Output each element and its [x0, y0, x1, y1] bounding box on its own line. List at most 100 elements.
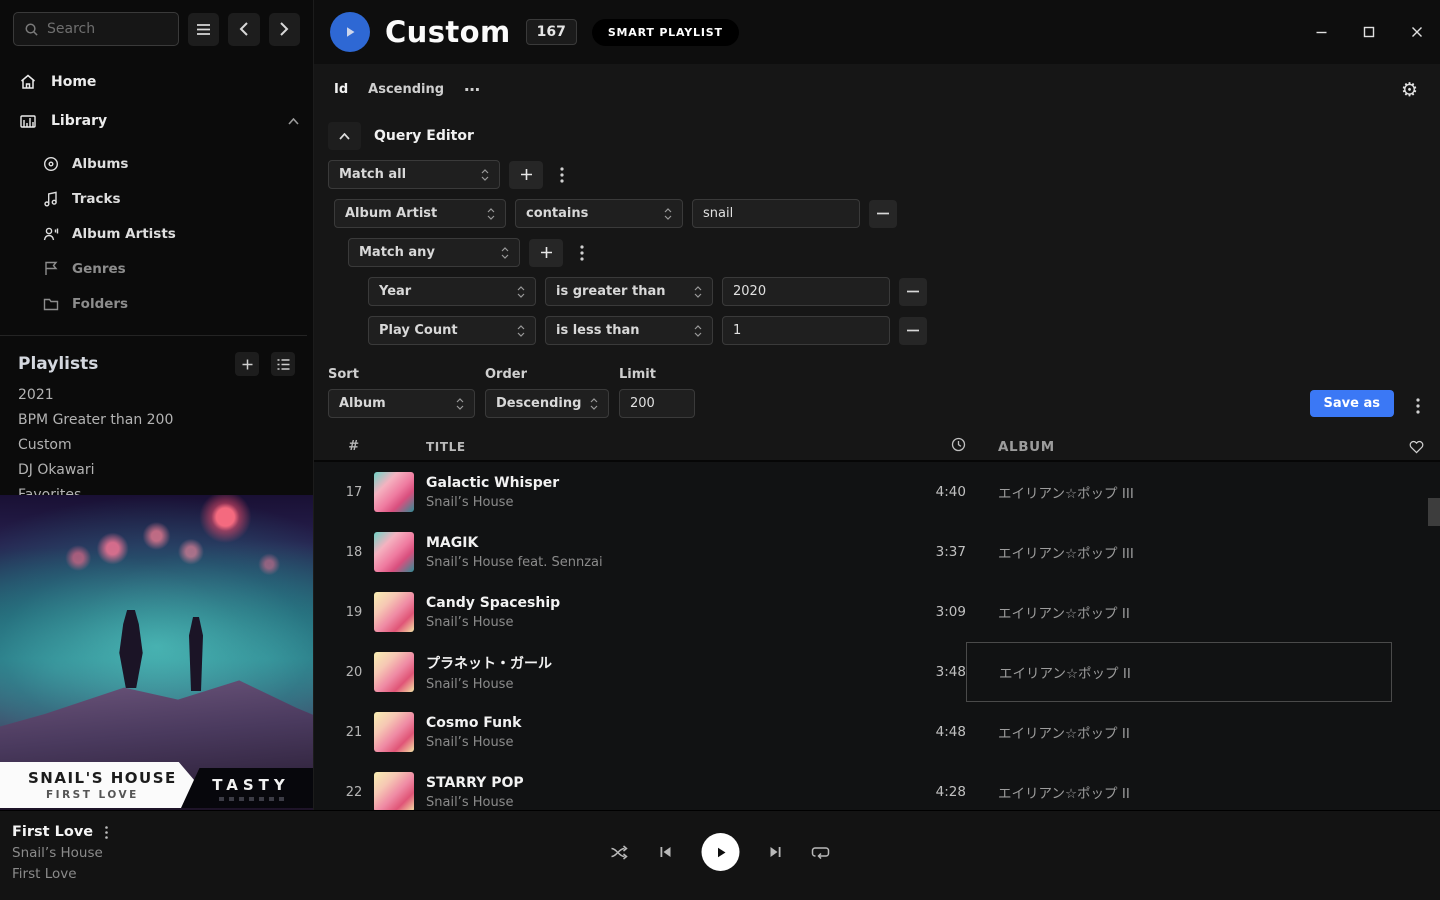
rule-field-select[interactable]: Play Count: [368, 316, 536, 345]
next-track-button[interactable]: [769, 845, 783, 859]
column-number[interactable]: #: [334, 439, 374, 454]
gear-icon[interactable]: ⚙: [1401, 79, 1418, 101]
rule-value-input[interactable]: [692, 199, 860, 228]
playlists-heading: Playlists: [18, 354, 223, 374]
rule-operator-select[interactable]: contains: [515, 199, 683, 228]
playlist-item-custom[interactable]: Custom: [0, 432, 313, 457]
table-row[interactable]: 20プラネット・ガールSnail’s House3:48エイリアン☆ポップ II: [314, 642, 1440, 702]
match-any-select[interactable]: Match any: [348, 238, 520, 267]
sidebar-item-folders[interactable]: Folders: [0, 286, 307, 321]
shuffle-button[interactable]: [611, 845, 630, 860]
playlist-item-2021[interactable]: 2021: [0, 382, 313, 407]
nav-forward-button[interactable]: [269, 13, 300, 46]
repeat-button[interactable]: [812, 845, 830, 859]
rule-operator-select[interactable]: is greater than: [545, 277, 713, 306]
sidebar-item-label: Folders: [72, 296, 128, 312]
add-rule-button[interactable]: [509, 161, 543, 189]
sort-field-button[interactable]: Id: [334, 82, 348, 97]
nav-back-button[interactable]: [228, 13, 259, 46]
column-album[interactable]: ALBUM: [966, 433, 1392, 460]
play-pause-button[interactable]: [702, 833, 740, 871]
sidebar-item-album-artists[interactable]: Album Artists: [0, 216, 307, 251]
remove-rule-button[interactable]: [899, 317, 927, 345]
album-art-thumbnail[interactable]: [374, 772, 414, 812]
now-playing-album[interactable]: First Love: [12, 866, 108, 882]
save-menu-button[interactable]: [1416, 398, 1420, 414]
sidebar-item-home[interactable]: Home: [14, 69, 299, 95]
save-as-button[interactable]: Save as: [1310, 390, 1394, 417]
sidebar-item-library[interactable]: Library: [14, 108, 299, 134]
rule-value-input[interactable]: [722, 316, 890, 345]
add-rule-button[interactable]: [529, 239, 563, 267]
match-all-select[interactable]: Match all: [328, 160, 500, 189]
table-row[interactable]: 17Galactic WhisperSnail’s House4:40エイリアン…: [314, 462, 1440, 522]
minus-icon: [907, 290, 919, 293]
scrollbar-thumb[interactable]: [1428, 498, 1440, 526]
search-box[interactable]: [13, 12, 179, 46]
rule-value-input[interactable]: [722, 277, 890, 306]
table-row[interactable]: 19Candy SpaceshipSnail’s House3:09エイリアン☆…: [314, 582, 1440, 642]
track-number: 18: [334, 545, 374, 560]
play-playlist-button[interactable]: [330, 12, 370, 52]
playlist-item-bpm-greater-than-200[interactable]: BPM Greater than 200: [0, 407, 313, 432]
track-album[interactable]: エイリアン☆ポップ III: [966, 522, 1392, 582]
rule-field-select[interactable]: Album Artist: [334, 199, 506, 228]
track-title: STARRY POP: [426, 775, 896, 791]
now-playing-album-art[interactable]: SNAIL'S HOUSE FIRST LOVE TASTY: [0, 495, 313, 810]
column-duration[interactable]: [896, 437, 966, 456]
sidebar-item-albums[interactable]: Albums: [0, 146, 307, 181]
menu-icon: [196, 23, 211, 36]
track-artist: Snail’s House: [426, 495, 896, 510]
album-art-thumbnail[interactable]: [374, 592, 414, 632]
table-row[interactable]: 22STARRY POPSnail’s House4:28エイリアン☆ポップ I…: [314, 762, 1440, 816]
sidebar-item-tracks[interactable]: Tracks: [0, 181, 307, 216]
sidebar-item-genres[interactable]: Genres: [0, 251, 307, 286]
track-duration: 4:28: [896, 784, 966, 800]
column-favorite[interactable]: [1392, 440, 1440, 454]
album-art-thumbnail[interactable]: [374, 472, 414, 512]
track-artist: Snail’s House: [426, 615, 896, 630]
rule-group-menu-button[interactable]: [552, 167, 572, 183]
table-row[interactable]: 18MAGIKSnail’s House feat. Sennzai3:37エイ…: [314, 522, 1440, 582]
track-album[interactable]: エイリアン☆ポップ III: [966, 462, 1392, 522]
column-title[interactable]: TITLE: [426, 440, 896, 454]
playlist-list-button[interactable]: [271, 352, 295, 376]
track-album[interactable]: エイリアン☆ポップ II: [966, 702, 1392, 762]
now-playing-menu-button[interactable]: [105, 826, 108, 839]
track-album[interactable]: エイリアン☆ポップ II: [966, 762, 1392, 816]
album-art-thumbnail[interactable]: [374, 652, 414, 692]
rule-field-select[interactable]: Year: [368, 277, 536, 306]
rule-operator-select[interactable]: is less than: [545, 316, 713, 345]
search-input[interactable]: [47, 21, 168, 37]
album-art-thumbnail[interactable]: [374, 712, 414, 752]
previous-track-button[interactable]: [659, 845, 673, 859]
track-duration: 3:48: [896, 664, 966, 680]
window-close-button[interactable]: [1408, 23, 1426, 41]
limit-input[interactable]: [619, 389, 695, 418]
more-options-button[interactable]: ⋯: [464, 80, 481, 99]
track-album[interactable]: エイリアン☆ポップ II: [966, 642, 1392, 702]
chevron-up-icon: [339, 133, 350, 140]
track-artist: Snail’s House: [426, 677, 896, 692]
query-order-select[interactable]: Descending: [485, 389, 609, 418]
now-playing-artist[interactable]: Snail’s House: [12, 845, 108, 861]
chevron-up-icon[interactable]: [288, 118, 299, 125]
add-playlist-button[interactable]: [235, 352, 259, 376]
table-row[interactable]: 21Cosmo FunkSnail’s House4:48エイリアン☆ポップ I…: [314, 702, 1440, 762]
remove-rule-button[interactable]: [869, 200, 897, 228]
window-minimize-button[interactable]: [1312, 23, 1330, 41]
rule-group-menu-button[interactable]: [572, 245, 592, 261]
select-chevrons-icon: [481, 169, 489, 181]
plus-icon: [520, 168, 533, 181]
track-title: Candy Spaceship: [426, 595, 896, 611]
remove-rule-button[interactable]: [899, 278, 927, 306]
playlist-item-dj-okawari[interactable]: DJ Okawari: [0, 457, 313, 482]
collapse-query-editor-button[interactable]: [328, 122, 361, 150]
album-art-thumbnail[interactable]: [374, 532, 414, 572]
sort-direction-button[interactable]: Ascending: [368, 82, 444, 97]
sidebar-item-label: Home: [51, 74, 96, 90]
track-album[interactable]: エイリアン☆ポップ II: [966, 582, 1392, 642]
window-maximize-button[interactable]: [1360, 23, 1378, 41]
menu-button[interactable]: [188, 13, 219, 46]
query-sort-select[interactable]: Album: [328, 389, 475, 418]
